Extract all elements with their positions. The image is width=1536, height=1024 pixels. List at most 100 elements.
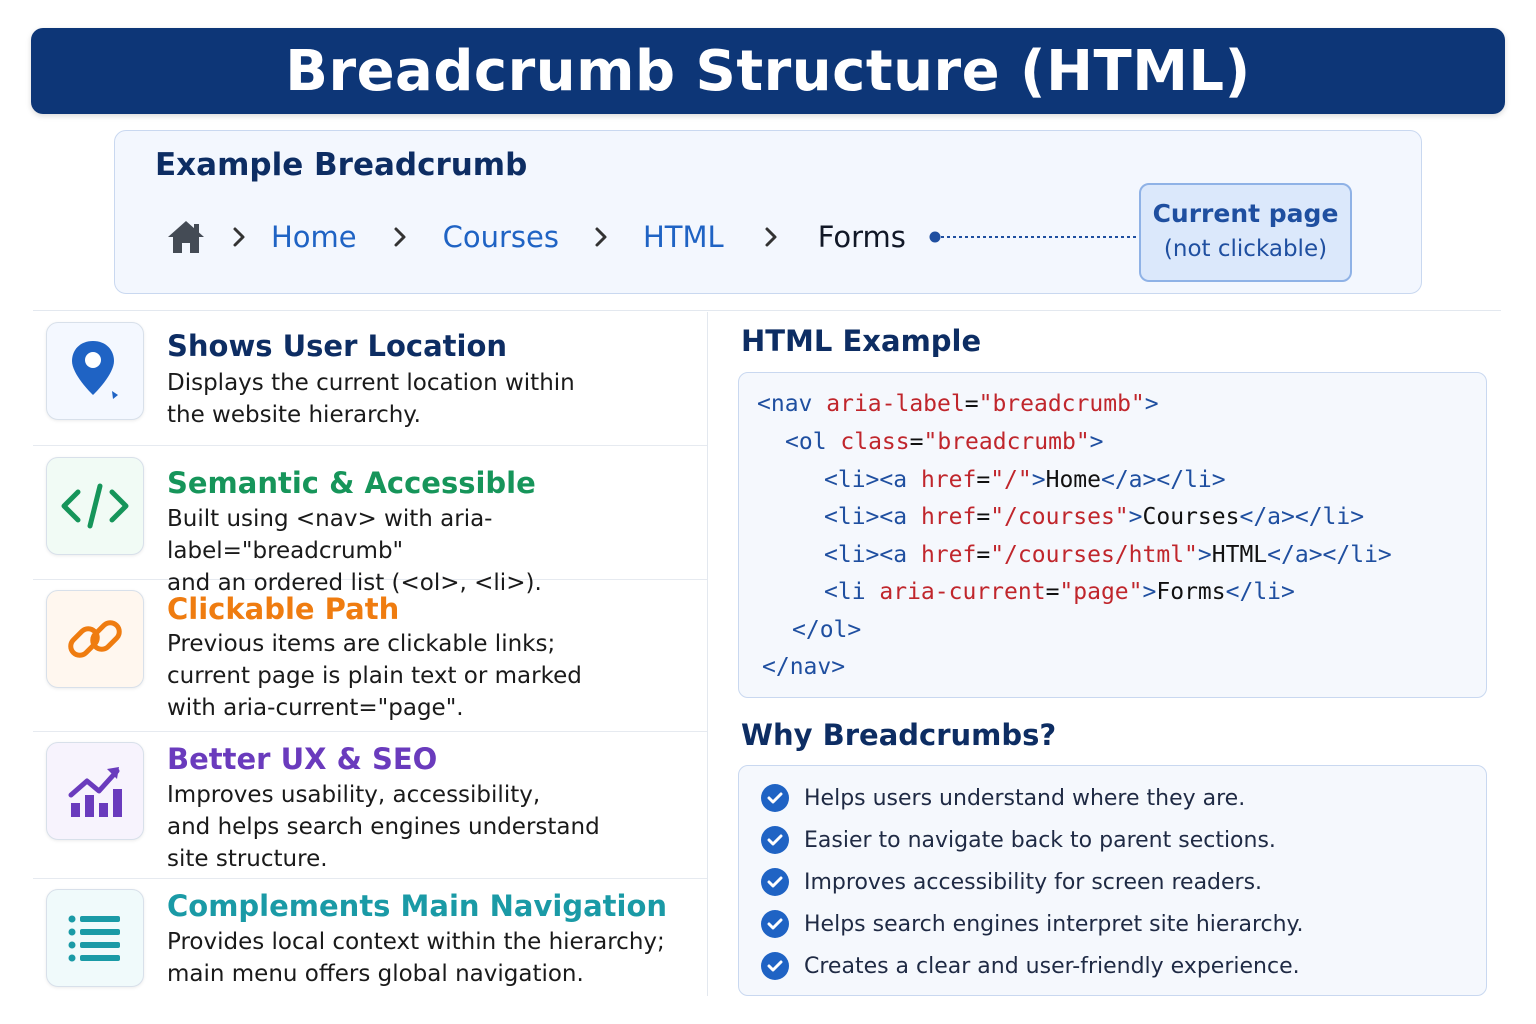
code-token: HTML	[1211, 542, 1268, 568]
code-token: "breadcrumb"	[923, 429, 1090, 455]
code-token: aria-current	[879, 579, 1046, 605]
page-title: Breadcrumb Structure (HTML)	[285, 38, 1251, 104]
code-token: =	[964, 391, 979, 417]
check-icon	[761, 868, 789, 896]
feature-description: Previous items are clickable links; curr…	[167, 628, 707, 724]
why-text: Improves accessibility for screen reader…	[804, 869, 1263, 895]
code-token: </a></li>	[1100, 467, 1226, 493]
code-token: >	[1031, 467, 1046, 493]
code-line: </nav>	[762, 654, 845, 680]
why-item: Creates a clear and user-friendly experi…	[761, 951, 1300, 981]
code-token: "page"	[1059, 579, 1143, 605]
code-line: <li aria-current="page">Forms</li>	[824, 579, 1295, 605]
why-item: Easier to navigate back to parent sectio…	[761, 825, 1276, 855]
callout-title: Current page	[1152, 199, 1339, 228]
code-line: <nav aria-label="breadcrumb">	[757, 391, 1159, 417]
crumb-courses-link[interactable]: Courses	[443, 220, 559, 254]
list-icon	[46, 889, 144, 987]
feature-item: Clickable Path Previous items are clicka…	[33, 580, 707, 732]
desc-line: Previous items are clickable links;	[167, 631, 556, 657]
title-banner: Breadcrumb Structure (HTML)	[31, 28, 1505, 114]
feature-item: Shows User Location Displays the current…	[33, 313, 707, 446]
check-icon	[761, 784, 789, 812]
code-line: <li><a href="/courses">Courses</a></li>	[824, 504, 1364, 530]
check-icon	[761, 910, 789, 938]
example-heading: Example Breadcrumb	[155, 147, 528, 183]
feature-title: Clickable Path	[167, 592, 400, 626]
crumb-home-link[interactable]: Home	[271, 220, 357, 254]
desc-line: site structure.	[167, 846, 328, 872]
why-item: Improves accessibility for screen reader…	[761, 867, 1262, 897]
chevron-right-icon	[207, 225, 271, 249]
code-token: href	[920, 542, 977, 568]
current-page-callout: Current page (not clickable)	[1139, 183, 1352, 282]
feature-description: Improves usability, accessibility, and h…	[167, 779, 707, 875]
check-icon	[761, 826, 789, 854]
desc-line: with aria-current="page".	[167, 695, 464, 721]
desc-line: Provides local context within the hierar…	[167, 929, 665, 955]
code-token: </li>	[1225, 579, 1295, 605]
code-line: <ol class="breadcrumb">	[785, 429, 1104, 455]
code-token: "/courses/html"	[990, 542, 1198, 568]
code-token: "breadcrumb"	[978, 391, 1145, 417]
home-icon[interactable]	[165, 218, 207, 256]
feature-description: Displays the current location within the…	[167, 367, 707, 431]
code-token: <li><a	[824, 467, 921, 493]
section-divider	[33, 310, 1501, 311]
code-line: <li><a href="/courses/html">HTML</a></li…	[824, 542, 1392, 568]
code-token: </a></li>	[1267, 542, 1392, 568]
code-token: <ol	[785, 429, 841, 455]
code-token: >	[1128, 504, 1143, 530]
chevron-right-icon	[357, 225, 443, 249]
code-token: >	[1142, 579, 1157, 605]
example-breadcrumb-panel: Example Breadcrumb Home Courses HTML For…	[114, 130, 1422, 294]
column-divider	[707, 312, 708, 996]
code-token: <nav	[757, 391, 827, 417]
code-token: >	[1197, 542, 1212, 568]
code-token: =	[976, 467, 991, 493]
code-token: =	[909, 429, 924, 455]
why-text: Helps users understand where they are.	[804, 785, 1246, 811]
desc-line: and helps search engines understand	[167, 814, 600, 840]
code-token: =	[1045, 579, 1060, 605]
why-item: Helps search engines interpret site hier…	[761, 909, 1303, 939]
desc-line: Built using <nav> with aria-label="bread…	[167, 506, 493, 564]
why-text: Easier to navigate back to parent sectio…	[804, 827, 1276, 853]
location-pin-icon	[46, 322, 144, 420]
feature-title: Shows User Location	[167, 329, 508, 363]
feature-title: Semantic & Accessible	[167, 466, 536, 500]
desc-line: main menu offers global navigation.	[167, 961, 584, 987]
code-token: class	[840, 429, 910, 455]
code-token: aria-label	[826, 391, 965, 417]
code-token: =	[976, 542, 991, 568]
feature-title: Complements Main Navigation	[167, 889, 668, 923]
breadcrumb: Home Courses HTML Forms	[165, 215, 906, 259]
html-example-heading: HTML Example	[741, 324, 982, 358]
feature-item: Complements Main Navigation Provides loc…	[33, 879, 707, 996]
feature-description: Provides local context within the hierar…	[167, 926, 707, 990]
code-icon	[46, 457, 144, 555]
code-token: >	[1144, 391, 1159, 417]
code-token: >	[1089, 429, 1104, 455]
code-token: "/"	[990, 467, 1032, 493]
why-heading: Why Breadcrumbs?	[741, 718, 1057, 752]
code-line: </ol>	[792, 617, 861, 643]
code-token: =	[976, 504, 991, 530]
why-text: Creates a clear and user-friendly experi…	[804, 953, 1300, 979]
chevron-right-icon	[559, 225, 643, 249]
code-token: Courses	[1142, 504, 1240, 530]
feature-item: Semantic & Accessible Built using <nav> …	[33, 446, 707, 596]
code-line: <li><a href="/">Home</a></li>	[824, 467, 1226, 493]
callout-connector	[929, 231, 1141, 243]
desc-line: Improves usability, accessibility,	[167, 782, 541, 808]
crumb-current-page: Forms	[817, 220, 906, 254]
code-token: href	[920, 467, 977, 493]
crumb-html-link[interactable]: HTML	[643, 220, 724, 254]
trending-chart-icon	[46, 742, 144, 840]
desc-line: Displays the current location within	[167, 370, 575, 396]
why-item: Helps users understand where they are.	[761, 783, 1245, 813]
code-block: <nav aria-label="breadcrumb"> <ol class=…	[738, 372, 1487, 698]
code-token: </a></li>	[1239, 504, 1365, 530]
desc-line: current page is plain text or marked	[167, 663, 582, 689]
why-list: Helps users understand where they are. E…	[738, 765, 1487, 996]
